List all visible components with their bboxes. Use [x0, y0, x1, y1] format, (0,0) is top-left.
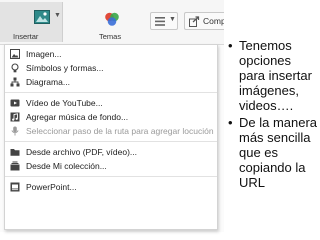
- prezi-editor: ▼ Insertar Temas ▼ Compa: [0, 0, 224, 232]
- insert-image-icon: [34, 10, 50, 24]
- menu-item-image[interactable]: Imagen...: [5, 47, 217, 61]
- menu-item-label: Desde archivo (PDF, vídeo)...: [26, 147, 138, 157]
- menu-item-from-file[interactable]: Desde archivo (PDF, vídeo)...: [5, 145, 217, 159]
- themes-button[interactable]: Temas: [84, 2, 140, 42]
- menu-lines-icon: [155, 17, 165, 26]
- share-label: Compa: [203, 16, 224, 26]
- menu-item-label: Diagrama...: [26, 77, 70, 87]
- bullet-item: • De la manera más sencilla que es copia…: [228, 115, 318, 190]
- powerpoint-icon: [10, 182, 20, 192]
- video-icon: [10, 99, 20, 107]
- menu-item-background-music[interactable]: Agregar música de fondo...: [5, 110, 217, 124]
- chevron-down-icon: ▼: [54, 12, 61, 19]
- menu-divider: [5, 92, 217, 93]
- menu-item-my-collection[interactable]: Desde Mi colección...: [5, 159, 217, 173]
- chevron-down-icon: ▼: [169, 16, 176, 23]
- menu-item-label: Agregar música de fondo...: [26, 112, 129, 122]
- menu-item-label: Símbolos y formas...: [26, 63, 104, 73]
- diagram-icon: [10, 77, 20, 87]
- menu-item-label: Seleccionar paso de la ruta para agregar…: [26, 126, 214, 136]
- themes-icon: [105, 12, 119, 26]
- toolbar: ▼ Insertar Temas ▼ Compa: [0, 0, 224, 45]
- lightbulb-icon: [11, 63, 19, 73]
- themes-label: Temas: [99, 32, 122, 41]
- microphone-icon: [11, 126, 19, 136]
- bullet-text: De la manera más sencilla que es copiand…: [239, 115, 318, 190]
- menu-divider: [5, 176, 217, 177]
- image-icon: [10, 49, 20, 59]
- collection-icon: [10, 161, 20, 171]
- menu-item-voiceover: Seleccionar paso de la ruta para agregar…: [5, 124, 217, 138]
- share-icon: [189, 16, 200, 27]
- menu-item-youtube-video[interactable]: Vídeo de YouTube...: [5, 96, 217, 110]
- share-button[interactable]: Compa: [184, 12, 224, 30]
- insert-label: Insertar: [13, 32, 39, 41]
- insert-button[interactable]: ▼ Insertar: [0, 2, 63, 42]
- folder-icon: [10, 149, 20, 156]
- menu-item-powerpoint[interactable]: PowerPoint...: [5, 180, 217, 194]
- menu-item-symbols-shapes[interactable]: Símbolos y formas...: [5, 61, 217, 75]
- menu-divider: [5, 141, 217, 142]
- insert-dropdown-menu: Imagen... Símbolos y formas... Diagrama.…: [4, 44, 218, 230]
- bullet-icon: •: [228, 115, 233, 130]
- list-menu-button[interactable]: ▼: [150, 12, 178, 30]
- bullet-text: Tenemos opciones para insertar imágenes,…: [239, 38, 312, 113]
- bullet-icon: •: [228, 38, 233, 53]
- music-icon: [10, 112, 20, 122]
- bullet-item: • Tenemos opciones para insertar imágene…: [228, 38, 318, 113]
- menu-item-label: PowerPoint...: [26, 182, 77, 192]
- menu-item-label: Desde Mi colección...: [26, 161, 107, 171]
- slide-notes: • Tenemos opciones para insertar imágene…: [228, 38, 318, 192]
- menu-item-diagram[interactable]: Diagrama...: [5, 75, 217, 89]
- menu-item-label: Vídeo de YouTube...: [26, 98, 103, 108]
- menu-item-label: Imagen...: [26, 49, 62, 59]
